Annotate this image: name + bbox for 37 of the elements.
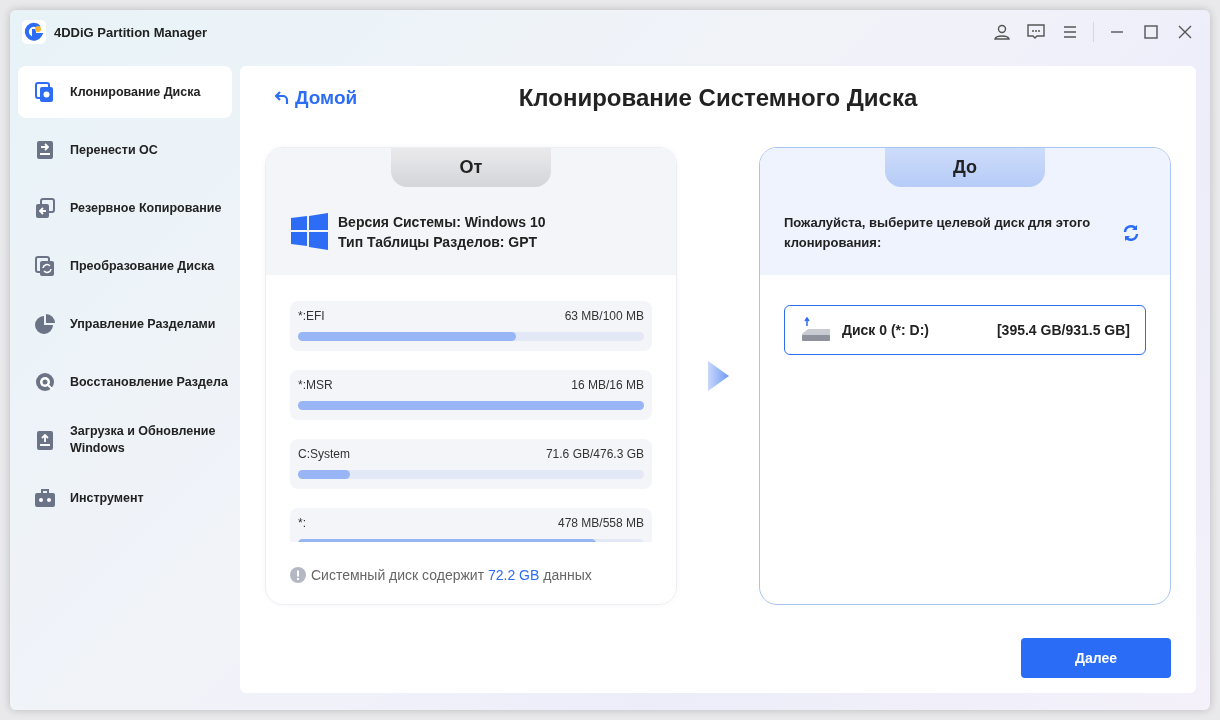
- partition-usage: 16 MB/16 MB: [571, 378, 644, 392]
- target-disk-item[interactable]: Диск 0 (*: D:) [395.4 GB/931.5 GB]: [784, 305, 1146, 355]
- sidebar-item[interactable]: Перенести ОС: [18, 124, 232, 176]
- system-version: Версия Системы: Windows 10: [338, 213, 546, 230]
- sidebar-item-label: Перенести ОС: [70, 141, 159, 159]
- partition-usage: 478 MB/558 MB: [557, 516, 644, 530]
- disk-capacity: [395.4 GB/931.5 GB]: [996, 322, 1130, 338]
- page-title: Клонирование Системного Диска: [518, 84, 918, 112]
- home-back-link[interactable]: Домой: [265, 87, 358, 109]
- partition-usage: 63 MB/100 MB: [564, 309, 644, 323]
- partition-usage: 71.6 GB/476.3 GB: [545, 447, 644, 461]
- sidebar-item-label: Загрузка и Обновление Windows: [70, 423, 217, 457]
- sidebar-item-label: Инструмент: [70, 489, 145, 507]
- target-tab-label: До: [885, 148, 1045, 187]
- sidebar-item-label: Управление Разделами: [70, 315, 217, 333]
- disk-size-note: Системный диск содержит 72.2 GB данных: [311, 567, 592, 583]
- source-tab-label: От: [391, 148, 551, 187]
- sidebar-item-label: Резервное Копирование: [70, 199, 223, 217]
- target-prompt: Пожалуйста, выберите целевой диск для этого клонирования:: [784, 214, 1092, 252]
- partition-name: C:System: [298, 447, 350, 461]
- sidebar-item[interactable]: Управление Разделами: [18, 298, 232, 350]
- sidebar-item-label: Преобразование Диска: [70, 257, 216, 275]
- window-title: 4DDiG Partition Manager: [54, 24, 209, 40]
- sidebar-item-label: Восстановление Раздела: [70, 373, 229, 391]
- next-button[interactable]: Далее: [1021, 638, 1171, 678]
- sidebar-item[interactable]: Инструмент: [18, 472, 232, 524]
- disk-name: Диск 0 (*: D:): [842, 322, 931, 338]
- sidebar-item[interactable]: Восстановление Раздела: [18, 356, 232, 408]
- sidebar-item-label: Клонирование Диска: [70, 83, 202, 101]
- partition-name: *:EFI: [298, 309, 325, 323]
- partition-table-type: Тип Таблицы Разделов: GPT: [338, 233, 539, 250]
- sidebar-item[interactable]: Загрузка и Обновление Windows: [18, 414, 232, 466]
- partition-name: *:: [298, 516, 306, 530]
- partition-name: *:MSR: [298, 378, 333, 392]
- sidebar-item[interactable]: Клонирование Диска: [18, 66, 232, 118]
- sidebar-item[interactable]: Резервное Копирование: [18, 182, 232, 234]
- sidebar-item[interactable]: Преобразование Диска: [18, 240, 232, 292]
